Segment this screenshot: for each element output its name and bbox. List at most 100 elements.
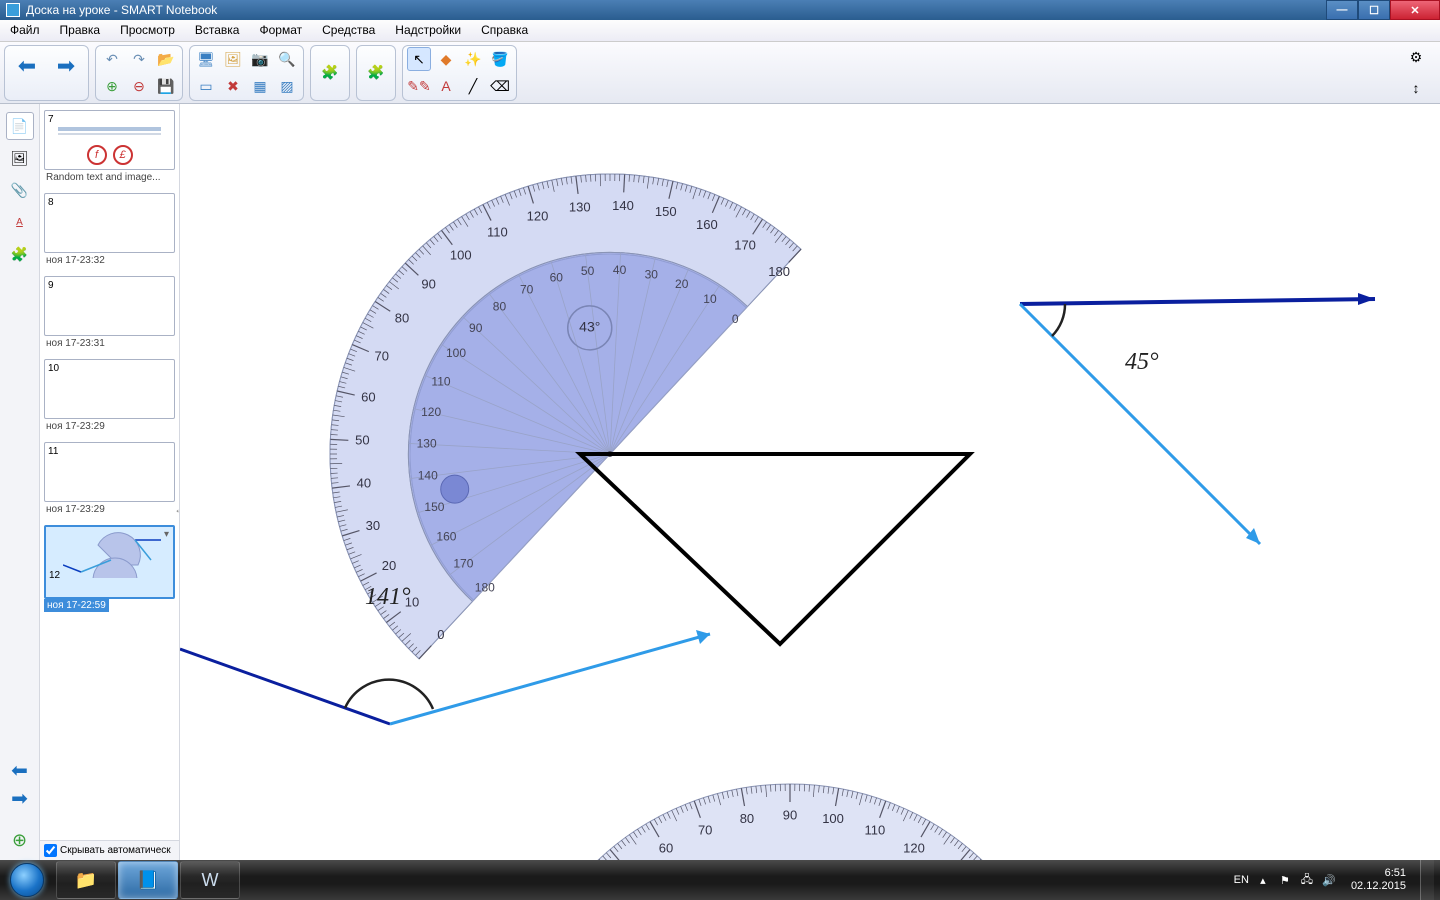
thumb-dropdown-icon[interactable]: ▾ [164,529,169,540]
svg-text:130: 130 [417,437,437,451]
svg-text:30: 30 [366,518,380,533]
properties-tab[interactable]: A [6,208,34,236]
search-button[interactable]: 🔍 [275,47,299,71]
protractor-2[interactable]: 0180101702016030150401405013060120701108… [490,664,1110,860]
taskbar-smart-notebook[interactable]: 📘 [118,861,178,899]
minimize-button[interactable]: — [1326,0,1358,20]
panel-prev-button[interactable]: ⬅ [8,758,32,782]
text-tool[interactable]: A [434,74,458,98]
page-thumbnail[interactable]: 8 [44,193,175,253]
side-tab-bar: 📄 🖼 📎 A 🧩 ⬅ ➡ ⊕ [0,104,40,860]
menu-help[interactable]: Справка [471,20,538,41]
nav-back-button[interactable]: ⬅ [9,48,45,84]
page-label: ноя 17-23:29 [44,421,175,432]
page-sorter-tab[interactable]: 📄 [6,112,34,140]
screen-capture-button[interactable]: 🖥 [194,47,218,71]
svg-text:20: 20 [675,277,689,291]
svg-text:150: 150 [655,204,677,219]
page-thumbnail[interactable]: 7 f£ [44,110,175,170]
window-title: Доска на уроке - SMART Notebook [26,3,217,17]
svg-text:180: 180 [768,264,790,279]
open-button[interactable]: 📂 [154,47,178,71]
add-page-button[interactable]: ⊕ [8,828,32,852]
panel-collapse-handle[interactable]: ↔ [170,499,180,519]
svg-text:70: 70 [374,349,388,364]
attachments-tab[interactable]: 📎 [6,176,34,204]
shape-recognition-tool[interactable]: ◆ [434,47,458,71]
svg-text:70: 70 [698,822,712,837]
page-number: 7 [48,114,54,125]
page-label: ноя 17-23:32 [44,255,175,266]
taskbar-clock[interactable]: 6:51 02.12.2015 [1343,867,1414,893]
maximize-button[interactable]: ☐ [1358,0,1390,20]
clock-time: 6:51 [1351,867,1406,880]
page-thumbnail[interactable]: 12 ▾ [44,525,175,599]
svg-text:110: 110 [864,822,885,837]
page-thumbnail[interactable]: 10 [44,359,175,419]
tray-network-icon[interactable]: 🖧 [1299,872,1315,888]
page-thumbnail[interactable]: 9 [44,276,175,336]
fill-tool[interactable]: 🪣 [488,47,512,71]
addons-tab[interactable]: 🧩 [6,240,34,268]
panel-next-button[interactable]: ➡ [8,786,32,810]
svg-text:80: 80 [493,300,507,314]
svg-text:130: 130 [569,199,591,214]
puzzle-button[interactable]: 🧩 [361,58,391,88]
svg-text:110: 110 [431,374,450,388]
auto-hide-checkbox[interactable] [44,844,57,857]
select-tool[interactable]: ↖ [407,47,431,71]
close-button[interactable]: ✕ [1390,0,1440,20]
undo-button[interactable]: ↶ [100,47,124,71]
svg-text:40: 40 [613,263,627,277]
svg-text:70: 70 [520,283,534,297]
delete-page-button[interactable]: ⊖ [127,74,151,98]
table-button[interactable]: ▦ [248,74,272,98]
menu-edit[interactable]: Правка [50,20,111,41]
auto-hide-label: Скрывать автоматическ [60,845,171,856]
menu-bar: Файл Правка Просмотр Вставка Формат Сред… [0,20,1440,42]
page-thumbnail[interactable]: 11 [44,442,175,502]
page-thumbnails-panel: ↔ 7 f£ Random text and image... 8 ноя 17… [40,104,180,860]
document-camera-button[interactable]: 📷 [248,47,272,71]
app-icon [6,3,20,17]
protractor-1[interactable]: 0180101702016030150401405013060120701108… [310,134,930,754]
pens-tool[interactable]: ✎✎ [407,74,431,98]
angle-label-141: 141° [365,584,411,611]
menu-insert[interactable]: Вставка [185,20,250,41]
line-tool[interactable]: ╱ [461,74,485,98]
redo-button[interactable]: ↷ [127,47,151,71]
tray-up-icon[interactable]: ▴ [1255,872,1271,888]
move-toolbar-button[interactable]: ↕ [1404,76,1428,100]
menu-tools[interactable]: Средства [312,20,385,41]
save-button[interactable]: 💾 [154,74,178,98]
gallery-tab[interactable]: 🖼 [6,144,34,172]
page-number: 11 [48,446,58,457]
menu-file[interactable]: Файл [0,20,50,41]
nav-forward-button[interactable]: ➡ [48,48,84,84]
menu-view[interactable]: Просмотр [110,20,185,41]
menu-addons[interactable]: Надстройки [385,20,471,41]
menu-format[interactable]: Формат [249,20,312,41]
settings-button[interactable]: ⚙ [1404,46,1428,70]
insert-image-button[interactable]: 🖼 [221,47,245,71]
taskbar-word[interactable]: W [180,861,240,899]
tray-volume-icon[interactable]: 🔊 [1321,872,1337,888]
clock-date: 02.12.2015 [1351,880,1406,893]
svg-text:90: 90 [783,807,797,822]
page-label: ноя 17-22:59 [44,599,109,612]
language-indicator[interactable]: EN [1234,874,1249,886]
screen-shade-button[interactable]: ▨ [275,74,299,98]
tray-flag-icon[interactable]: ⚑ [1277,872,1293,888]
new-page-button[interactable]: ⊕ [100,74,124,98]
show-desktop-button[interactable] [1420,860,1434,900]
taskbar-explorer[interactable]: 📁 [56,861,116,899]
eraser-tool[interactable]: ⌫ [488,74,512,98]
show-desktop-button[interactable]: ▭ [194,74,218,98]
magic-pen-tool[interactable]: ✨ [461,47,485,71]
page-number: 10 [48,363,59,374]
delete-button[interactable]: ✖ [221,74,245,98]
canvas-area[interactable]: 0180101702016030150401405013060120701108… [180,104,1440,860]
start-button[interactable] [0,860,54,900]
svg-text:50: 50 [581,264,595,278]
addon-button[interactable]: 🧩 [315,58,345,88]
